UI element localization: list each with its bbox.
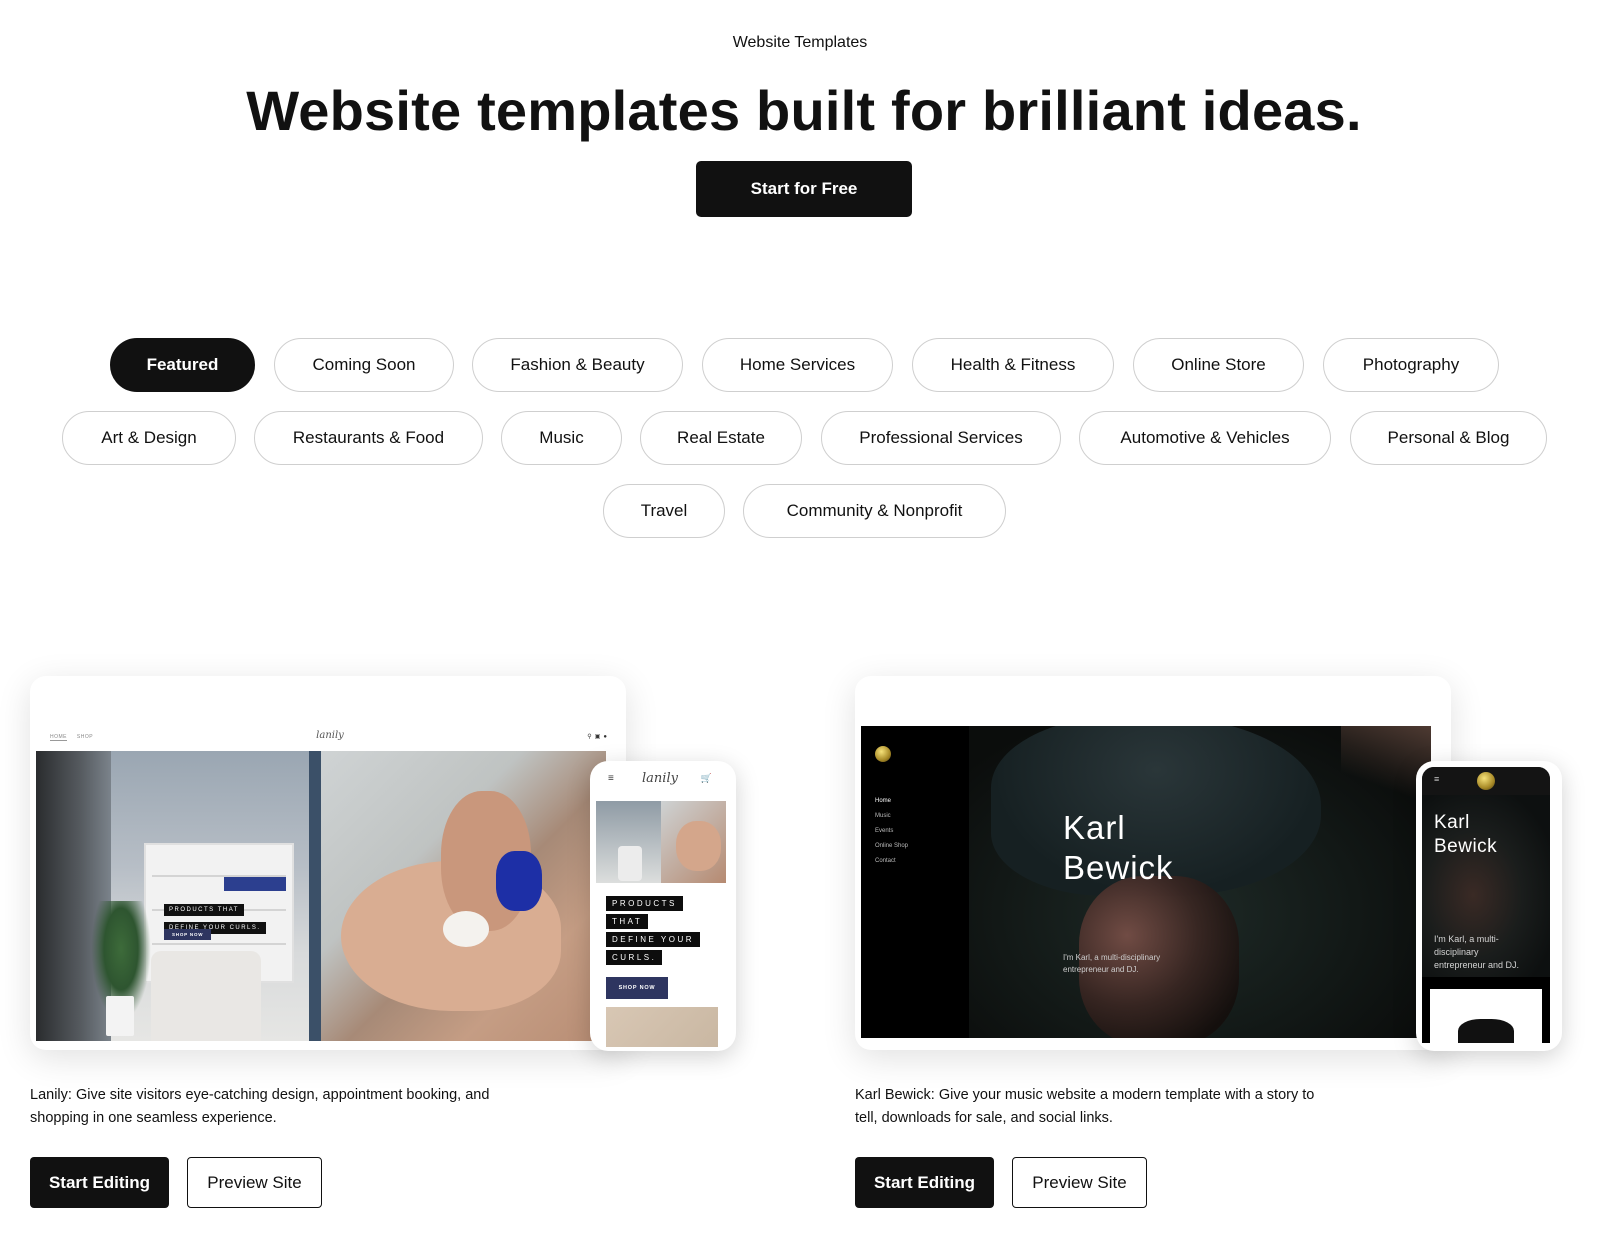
preview-bio: I'm Karl, a multi-disciplinary entrepren… xyxy=(1063,953,1161,974)
desktop-preview[interactable]: Home Music Events Online Shop Contact Ka… xyxy=(855,676,1451,1050)
vinyl-logo-icon xyxy=(875,746,891,762)
preview-shop-button: SHOP NOW xyxy=(606,977,668,999)
start-editing-button[interactable]: Start Editing xyxy=(30,1157,169,1208)
category-chip-professional-services[interactable]: Professional Services xyxy=(821,411,1061,465)
preview-nav-link: Contact xyxy=(875,858,896,864)
preview-headline: PRODUCTS THAT DEFINE YOUR CURLS. xyxy=(606,893,701,965)
page-eyebrow: Website Templates xyxy=(732,34,868,51)
preview-site-button[interactable]: Preview Site xyxy=(187,1157,322,1208)
preview-nav-link: Music xyxy=(875,813,891,819)
category-chip-health-fitness[interactable]: Health & Fitness xyxy=(912,338,1114,392)
mobile-preview[interactable]: ≡ lanily 🛒 PRODUCTS THAT DEFINE YOUR CUR… xyxy=(590,761,736,1051)
preview-site-button[interactable]: Preview Site xyxy=(1012,1157,1147,1208)
search-icon: ⚲ xyxy=(587,734,595,740)
product-card xyxy=(1430,989,1542,1043)
preview-image xyxy=(606,1007,718,1047)
preview-nav: HOME SHOP lanily ⚲▣● xyxy=(50,730,610,746)
vinyl-logo-icon xyxy=(1477,772,1495,790)
category-chip-automotive-vehicles[interactable]: Automotive & Vehicles xyxy=(1079,411,1331,465)
template-name: Lanily xyxy=(30,1087,68,1103)
user-icon: ● xyxy=(603,734,610,740)
category-chip-personal-blog[interactable]: Personal & Blog xyxy=(1350,411,1547,465)
preview-nav: Home Music Events Online Shop Contact xyxy=(875,794,908,869)
preview-shop-button: SHOP NOW xyxy=(164,929,212,940)
preview-nav-link: Events xyxy=(875,828,894,834)
shirt-image xyxy=(1458,1019,1514,1043)
template-description: Karl Bewick: Give your music website a m… xyxy=(855,1087,1315,1126)
preview-headline: Karl Bewick xyxy=(1063,809,1174,886)
preview-hero-image xyxy=(596,801,726,883)
category-chip-online-store[interactable]: Online Store xyxy=(1133,338,1304,392)
preview-bio: I'm Karl, a multi- disciplinary entrepre… xyxy=(1434,934,1520,970)
start-editing-button[interactable]: Start Editing xyxy=(855,1157,994,1208)
start-for-free-button[interactable]: Start for Free xyxy=(696,161,912,217)
cart-icon: 🛒 xyxy=(700,773,712,783)
category-chip-home-services[interactable]: Home Services xyxy=(702,338,893,392)
template-name: Karl Bewick xyxy=(855,1087,931,1103)
category-chip-featured[interactable]: Featured xyxy=(110,338,255,392)
preview-logo: lanily xyxy=(316,730,344,741)
mobile-preview[interactable]: ≡ Karl Bewick I'm Karl, a multi- discipl… xyxy=(1416,761,1562,1051)
category-chip-photography[interactable]: Photography xyxy=(1323,338,1499,392)
page-title: Website templates built for brilliant id… xyxy=(246,79,1362,142)
category-chip-fashion-beauty[interactable]: Fashion & Beauty xyxy=(472,338,683,392)
category-chip-travel[interactable]: Travel xyxy=(603,484,725,538)
category-chip-music[interactable]: Music xyxy=(501,411,622,465)
category-chip-real-estate[interactable]: Real Estate xyxy=(640,411,802,465)
preview-hero-image: Home Music Events Online Shop Contact Ka… xyxy=(861,726,1431,1038)
preview-nav-link: Online Shop xyxy=(875,843,909,849)
hamburger-menu-icon: ≡ xyxy=(1434,774,1440,784)
desktop-preview[interactable]: HOME SHOP lanily ⚲▣● PRODUCTS THAT DEFIN… xyxy=(30,676,626,1050)
category-chip-restaurants-food[interactable]: Restaurants & Food xyxy=(254,411,483,465)
preview-nav-link: Home xyxy=(875,798,892,804)
category-chip-community-nonprofit[interactable]: Community & Nonprofit xyxy=(743,484,1006,538)
preview-headline: Karl Bewick xyxy=(1434,812,1498,857)
category-chip-art-design[interactable]: Art & Design xyxy=(62,411,236,465)
template-description: Lanily: Give site visitors eye-catching … xyxy=(30,1087,490,1126)
category-chip-coming-soon[interactable]: Coming Soon xyxy=(274,338,454,392)
preview-hero-image: PRODUCTS THAT DEFINE YOUR CURLS. SHOP NO… xyxy=(36,751,606,1041)
